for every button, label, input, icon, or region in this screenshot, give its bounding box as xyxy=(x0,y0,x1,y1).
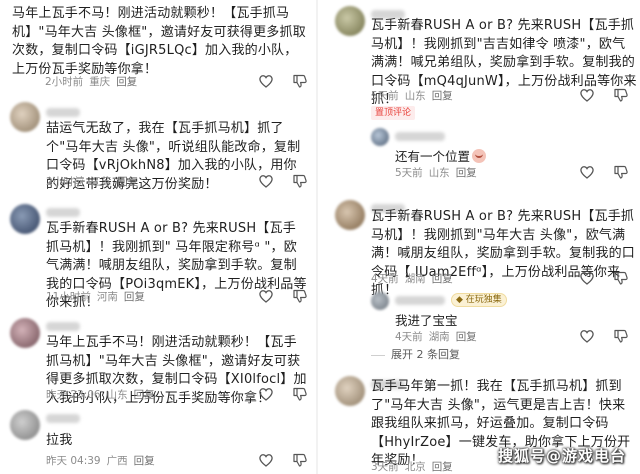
avatar[interactable] xyxy=(371,292,389,310)
avatar[interactable] xyxy=(10,102,40,132)
comment-time: 3天前 xyxy=(371,461,399,473)
reply-button[interactable]: 回复 xyxy=(432,90,453,102)
comment-time: 4天前 xyxy=(395,331,423,343)
reply-text: 我进了宝宝 xyxy=(395,313,458,328)
reply-button[interactable]: 回复 xyxy=(432,461,453,473)
comment-location: 北京 xyxy=(404,461,426,473)
comment-location: 江苏 xyxy=(90,176,112,188)
heart-icon[interactable] xyxy=(579,270,595,286)
comment-time: 2小时前 xyxy=(46,176,85,188)
comment-time: 2小时前 xyxy=(45,76,84,88)
heart-icon[interactable] xyxy=(258,452,274,468)
reply-button[interactable]: 回复 xyxy=(117,176,138,188)
comment-meta: 4天前 湖南 回复 xyxy=(395,329,483,344)
comment-time: 昨天 23:06 xyxy=(46,389,101,401)
expand-replies-label: 展开 2 条回复 xyxy=(391,348,460,361)
thumbs-down-icon[interactable] xyxy=(613,87,629,103)
thumbs-down-icon[interactable] xyxy=(292,452,308,468)
comment-meta: 昨天 04:39 广西 回复 xyxy=(46,453,161,468)
author-tag: ◆ 在玩独集 xyxy=(451,293,507,307)
comment-time: 4天前 xyxy=(371,273,399,285)
avatar[interactable] xyxy=(10,318,40,348)
reply-button[interactable]: 回复 xyxy=(134,455,155,467)
heart-icon[interactable] xyxy=(258,386,274,402)
username[interactable] xyxy=(395,296,445,305)
comment-time: 5天前 xyxy=(371,90,399,102)
comment-location: 湖南 xyxy=(428,331,450,343)
reply-text-content: 还有一个位置 xyxy=(395,149,471,164)
comment-location: 重庆 xyxy=(89,76,111,88)
heart-icon[interactable] xyxy=(579,164,595,180)
heart-icon[interactable] xyxy=(258,288,274,304)
avatar[interactable] xyxy=(335,6,365,36)
thumbs-down-icon[interactable] xyxy=(292,73,308,89)
author-tag-label: 在玩独集 xyxy=(465,295,502,305)
heart-icon[interactable] xyxy=(258,173,274,189)
comment-location: 河南 xyxy=(96,291,118,303)
thumbs-down-icon[interactable] xyxy=(292,173,308,189)
thumbs-down-icon[interactable] xyxy=(613,270,629,286)
comment-column-right: 瓦手新春RUSH A or B? 先来RUSH【瓦手抓马机】！我刚抓到"吉吉如律… xyxy=(321,0,640,474)
reply-button[interactable]: 回复 xyxy=(456,331,477,343)
comment-meta: 3天前 北京 回复 xyxy=(371,459,459,474)
reply-text: 还有一个位置 xyxy=(395,146,487,165)
comment-meta: 2小时前 重庆 回复 xyxy=(45,74,143,89)
laughing-emoji-icon xyxy=(472,149,487,163)
column-divider xyxy=(316,0,318,474)
divider-line xyxy=(371,354,385,356)
thumbs-down-icon[interactable] xyxy=(292,386,308,402)
comment-location: 山东 xyxy=(404,90,426,102)
gamepad-icon: ◆ xyxy=(456,295,466,305)
avatar[interactable] xyxy=(335,200,365,230)
reply-button[interactable]: 回复 xyxy=(134,389,155,401)
username[interactable] xyxy=(46,208,80,217)
heart-icon[interactable] xyxy=(579,87,595,103)
thumbs-down-icon[interactable] xyxy=(613,164,629,180)
thumbs-down-icon[interactable] xyxy=(613,328,629,344)
watermark: 搜狐号@游戏电台 xyxy=(497,447,626,465)
avatar[interactable] xyxy=(10,410,40,440)
comment-text: 马年上瓦手不马！刚进活动就颗秒！【瓦手抓马机】"马年大吉 头像框"，邀请好友可获… xyxy=(12,6,306,77)
comment-meta: 昨天 23:06 山东 回复 xyxy=(46,387,161,402)
comment-location: 广西 xyxy=(106,455,128,467)
comment-text: 瓦手新春RUSH A or B? 先来RUSH【瓦手抓马机】！我刚抓到"马年大吉… xyxy=(371,209,636,298)
expand-replies-button[interactable]: 展开 2 条回复 xyxy=(371,346,460,362)
username[interactable] xyxy=(46,108,80,117)
comment-meta: 11小时前 河南 回复 xyxy=(46,289,151,304)
comment-location: 山东 xyxy=(428,167,450,179)
heart-icon[interactable] xyxy=(579,328,595,344)
thumbs-down-icon[interactable] xyxy=(292,288,308,304)
heart-icon[interactable] xyxy=(258,73,274,89)
avatar[interactable] xyxy=(10,204,40,234)
username[interactable] xyxy=(46,414,80,423)
comment-location: 湖南 xyxy=(404,273,426,285)
reply-button[interactable]: 回复 xyxy=(432,273,453,285)
comment-meta: 4天前 湖南 回复 xyxy=(371,271,459,286)
comment-time: 11小时前 xyxy=(46,291,91,303)
avatar[interactable] xyxy=(371,128,389,146)
reply-button[interactable]: 回复 xyxy=(116,76,137,88)
reply-button[interactable]: 回复 xyxy=(456,167,477,179)
avatar[interactable] xyxy=(335,376,365,406)
username[interactable] xyxy=(395,132,445,141)
pinned-comment-badge: 置顶评论 xyxy=(371,106,416,120)
comment-location: 山东 xyxy=(106,389,128,401)
reply-button[interactable]: 回复 xyxy=(124,291,145,303)
comment-meta: 5天前 山东 回复 xyxy=(395,165,483,180)
comment-meta: 2小时前 江苏 回复 xyxy=(46,174,144,189)
comment-time: 5天前 xyxy=(395,167,423,179)
username[interactable] xyxy=(46,322,80,331)
comment-text: 拉我 xyxy=(46,433,73,448)
comment-column-left: 马年上瓦手不马！刚进活动就颗秒！【瓦手抓马机】"马年大吉 头像框"，邀请好友可获… xyxy=(0,0,312,474)
comment-meta: 5天前 山东 回复 xyxy=(371,88,459,103)
comment-time: 昨天 04:39 xyxy=(46,455,101,467)
